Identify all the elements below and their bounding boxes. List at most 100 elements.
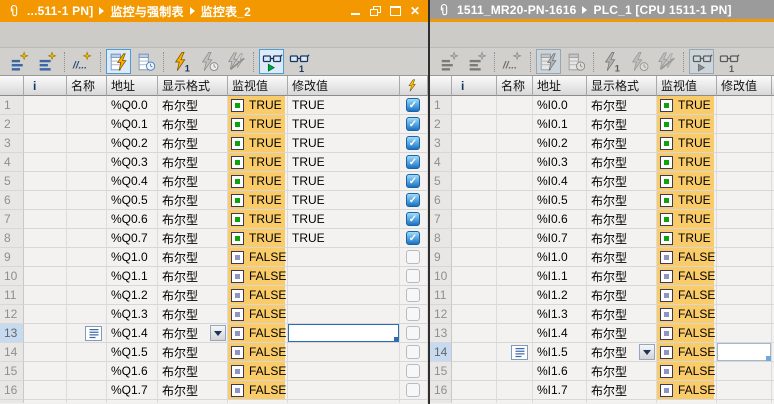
comment-cell[interactable] [452,324,497,343]
address-cell[interactable]: %I1.3 [533,305,587,324]
breadcrumb-item[interactable]: ...511-1 PN] [27,4,93,18]
row-number-cell[interactable]: 8 [430,229,452,248]
format-cell[interactable]: 布尔型 [158,134,228,153]
maximize-button[interactable] [388,4,402,18]
modify-value-input[interactable] [717,343,771,361]
header-modify-enable[interactable] [400,76,428,96]
header-name[interactable]: 名称 [67,76,107,96]
header-modify-value[interactable]: 修改值 [288,76,400,96]
format-cell[interactable]: 布尔型 [587,362,657,381]
modify-value-cell[interactable] [288,286,400,305]
format-cell[interactable]: 布尔型 [587,343,657,362]
comment-cell[interactable] [24,267,67,286]
name-cell[interactable] [497,286,533,305]
watch-all-button[interactable] [259,49,284,74]
name-cell[interactable] [67,343,107,362]
resize-handle[interactable] [766,356,771,361]
header-monitor-value[interactable]: 监视值 [657,76,717,96]
name-cell[interactable] [497,267,533,286]
row-number-cell[interactable]: 6 [0,191,24,210]
row-number-cell[interactable]: 13 [0,324,24,343]
row-number-cell[interactable]: 8 [0,229,24,248]
header-address[interactable]: 地址 [107,76,158,96]
format-cell[interactable]: 布尔型 [158,229,228,248]
format-cell[interactable]: 布尔型 [587,286,657,305]
modify-enable-checkbox[interactable] [406,307,420,321]
name-cell[interactable] [497,191,533,210]
monitor-all-button[interactable] [536,49,561,74]
comment-cell[interactable] [24,324,67,343]
comment-cell[interactable] [452,134,497,153]
address-cell[interactable]: %I0.1 [533,115,587,134]
name-cell[interactable] [497,343,533,362]
modify-value-cell[interactable] [288,362,400,381]
insert-comment-button[interactable]: //... [500,49,525,74]
row-number-cell[interactable]: 1 [430,96,452,115]
row-number-cell[interactable]: 12 [430,305,452,324]
format-cell[interactable]: 布尔型 [587,267,657,286]
format-cell[interactable]: 布尔型 [158,210,228,229]
name-cell[interactable] [67,286,107,305]
modify-enable-checkbox[interactable]: ✓ [406,155,420,169]
format-cell[interactable]: 布尔型 [587,324,657,343]
address-cell[interactable]: %Q0.4 [107,172,158,191]
format-cell[interactable]: 布尔型 [158,248,228,267]
format-dropdown-button[interactable] [639,344,655,360]
modify-value-cell[interactable] [717,286,772,305]
modify-enable-checkbox[interactable]: ✓ [406,117,420,131]
row-number-cell[interactable]: 10 [0,267,24,286]
comment-cell[interactable] [452,229,497,248]
format-cell[interactable]: 布尔型 [587,172,657,191]
modify-enable-checkbox[interactable]: ✓ [406,212,420,226]
modify-enable-checkbox[interactable] [406,364,420,378]
row-number-cell[interactable]: 4 [430,153,452,172]
monitor-once-button[interactable] [133,49,158,74]
name-cell[interactable] [67,96,107,115]
modify-enable-checkbox[interactable] [406,269,420,283]
format-cell[interactable]: 布尔型 [587,248,657,267]
name-cell[interactable] [67,115,107,134]
breadcrumb-item[interactable]: 1511_MR20-PN-1616 [457,3,576,17]
address-cell[interactable]: %I1.0 [533,248,587,267]
modify-value-cell[interactable] [717,229,772,248]
value-list-button[interactable] [511,344,528,360]
comment-cell[interactable] [24,229,67,248]
format-cell[interactable]: 布尔型 [158,153,228,172]
modify-value-cell[interactable]: TRUE [288,172,400,191]
name-cell[interactable] [67,305,107,324]
modify-value-cell[interactable] [717,324,772,343]
row-number-cell[interactable]: 5 [430,172,452,191]
breadcrumb-item[interactable]: 监控表_2 [201,3,251,20]
header-name[interactable]: 名称 [497,76,533,96]
row-number-cell[interactable]: 15 [0,362,24,381]
name-cell[interactable] [497,362,533,381]
row-number-cell[interactable]: 5 [0,172,24,191]
address-cell[interactable]: %Q1.7 [107,381,158,400]
modify-value-cell[interactable] [717,381,772,400]
format-cell[interactable]: 布尔型 [158,172,228,191]
modify-value-cell[interactable] [288,305,400,324]
address-cell[interactable]: %I0.2 [533,134,587,153]
modify-value-cell[interactable] [288,267,400,286]
modify-now-button[interactable]: 1 [169,49,194,74]
name-cell[interactable] [497,229,533,248]
modify-value-cell[interactable] [717,362,772,381]
modify-value-cell[interactable] [717,248,772,267]
address-cell[interactable]: %Q1.6 [107,362,158,381]
format-cell[interactable]: 布尔型 [158,191,228,210]
address-cell[interactable]: %Q0.7 [107,229,158,248]
format-cell[interactable]: 布尔型 [158,343,228,362]
row-number-cell[interactable]: 10 [430,267,452,286]
modify-value-cell[interactable] [288,343,400,362]
header-display-format[interactable]: 显示格式 [158,76,228,96]
breadcrumb-item[interactable]: 监控与强制表 [110,3,183,20]
name-cell[interactable] [67,324,107,343]
row-number-cell[interactable]: 2 [0,115,24,134]
watch-table-titlebar[interactable]: ...511-1 PN] 监控与强制表 监控表_2 ✕ [0,0,428,22]
modify-value-cell[interactable] [717,153,772,172]
name-cell[interactable] [67,153,107,172]
modify-value-cell[interactable]: TRUE [288,134,400,153]
modify-value-cell[interactable] [717,96,772,115]
row-number-cell[interactable]: 3 [430,134,452,153]
address-cell[interactable]: %Q1.2 [107,286,158,305]
